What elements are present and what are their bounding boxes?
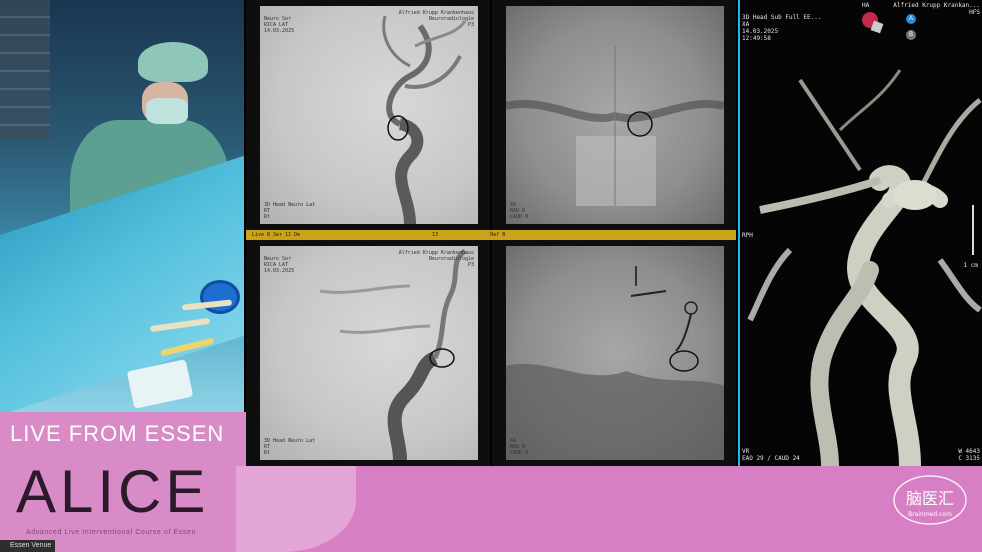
vessel-graphic — [382, 15, 467, 225]
fluoro-image: XA RAO 0 CAUD 0 — [505, 6, 726, 224]
overlay-top-right: Alfried Krupp Krankenhaus Neuroradiologi… — [398, 10, 474, 28]
svg-text:ALICE: ALICE — [16, 458, 209, 524]
surgeon-mask — [146, 98, 188, 124]
overlay-bottom-left: XA RAO 0 CAUD 0 — [510, 202, 529, 220]
svg-text:Brainmed.com: Brainmed.com — [908, 511, 952, 518]
cabinet-shelf — [0, 0, 50, 140]
skull-graphic — [505, 46, 726, 206]
side-label: RPH — [742, 232, 753, 239]
marker-a-button[interactable]: A — [906, 14, 916, 24]
venue-label: Essen Venue — [0, 540, 56, 552]
scale-bar — [972, 205, 974, 255]
alice-subtitle: Advanced Live Interventional Course of E… — [26, 529, 196, 536]
orientation-cube-icon[interactable] — [858, 8, 886, 36]
surgeon-cap — [138, 42, 208, 82]
overlay-top-left: 3D Head Sub Full EE... XA 14.03.2025 12:… — [742, 14, 822, 42]
alice-logo: ALICE — [16, 458, 209, 524]
live-title: LIVE FROM ESSEN — [10, 421, 225, 446]
overlay-top-right: Alfried Krupp Krankan... HFS — [893, 2, 980, 16]
status-left: Live B Ser 11 Dm — [252, 232, 301, 238]
marker-b-button[interactable]: B — [906, 30, 916, 40]
dsa-image: Alfried Krupp Krankenhaus Neuroradiologi… — [260, 6, 478, 225]
angio-panel-top-right: XA RAO 0 CAUD 0 — [492, 0, 736, 230]
broadcast-footer: LIVE FROM ESSEN ALICE Advanced Live Inte… — [0, 412, 982, 552]
brainmed-watermark-logo: 脑医汇 Brainmed.com — [893, 475, 967, 525]
overlay-top-right: Alfried Krupp Krankenhaus Neuroradiologi… — [398, 250, 474, 268]
status-right: Ref B — [490, 232, 506, 238]
scale-label: 1 cm — [963, 262, 978, 269]
3d-vessel-graphic — [747, 69, 982, 466]
overlay-top-left: Neuro Ser RICA LAT 14.03.2025 — [264, 16, 295, 34]
pink-banner — [246, 466, 982, 552]
svg-text:脑医汇: 脑医汇 — [906, 489, 954, 508]
or-camera-feed — [0, 0, 244, 412]
saline-bowl — [200, 280, 240, 314]
angio-panel-top-left: Alfried Krupp Krankenhaus Neuroradiologi… — [246, 0, 490, 230]
viewer-status-bar: Live B Ser 11 Dm 13 Ref B — [246, 230, 736, 240]
status-center: 13 — [432, 232, 439, 238]
overlay-top-left: Neuro Ser RICA LAT 14.03.2025 — [264, 256, 295, 274]
overlay-bottom-left: 3D Head Neuro Lat RT Rt — [264, 202, 316, 220]
volume-render-panel: 3D Head Sub Full EE... XA 14.03.2025 12:… — [738, 0, 982, 466]
